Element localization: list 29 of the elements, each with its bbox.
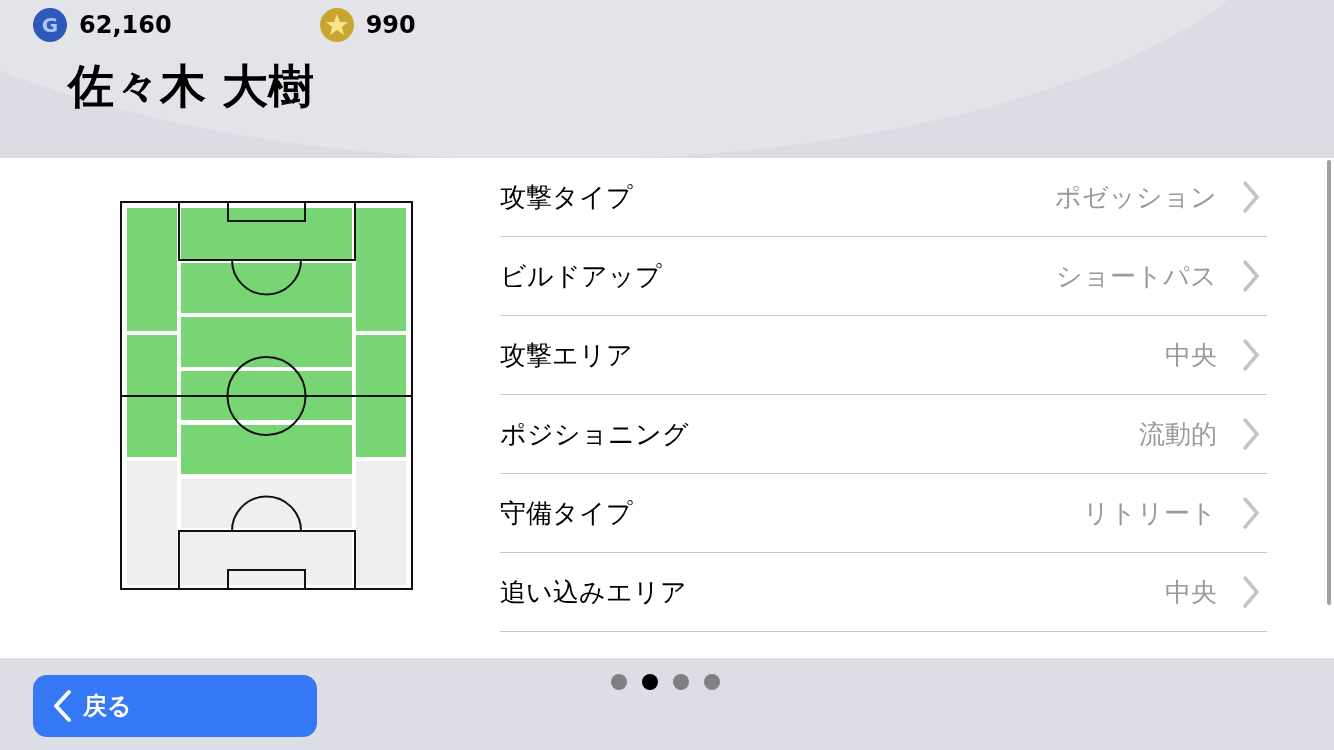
chevron-left-icon [51, 689, 73, 723]
setting-value: 中央 [1165, 338, 1217, 372]
chevron-right-icon [1241, 180, 1261, 214]
player-name: 佐々木 大樹 [66, 58, 315, 115]
setting-label: 守備タイプ [500, 496, 634, 530]
setting-row[interactable]: 守備タイプ リトリート [500, 474, 1267, 553]
back-button[interactable]: 戻る [33, 675, 317, 737]
chevron-right-icon [1241, 259, 1261, 293]
setting-row[interactable]: ポジショニング 流動的 [500, 395, 1267, 474]
chevron-right-icon [1241, 338, 1261, 372]
setting-row[interactable]: 攻撃タイプ ポゼッション [500, 158, 1267, 237]
setting-value: 流動的 [1139, 417, 1217, 451]
setting-value: リトリート [1083, 496, 1217, 530]
setting-value: ポゼッション [1055, 180, 1217, 214]
setting-label: 攻撃タイプ [500, 180, 634, 214]
setting-row[interactable]: ビルドアップ ショートパス [500, 237, 1267, 316]
chevron-right-icon [1241, 496, 1261, 530]
currency-amount: 990 [365, 10, 416, 41]
setting-label: ポジショニング [500, 417, 690, 451]
setting-value: 中央 [1165, 575, 1217, 609]
setting-label: ビルドアップ [500, 259, 663, 293]
setting-label: 追い込みエリア [500, 575, 688, 609]
chevron-right-icon [1241, 575, 1261, 609]
setting-label: 攻撃エリア [500, 338, 634, 372]
chevron-right-icon [1241, 417, 1261, 451]
currency-amount: 62,160 [79, 10, 172, 41]
setting-row[interactable]: 攻撃エリア 中央 [500, 316, 1267, 395]
setting-value: ショートパス [1056, 259, 1217, 293]
setting-row[interactable]: 追い込みエリア 中央 [500, 553, 1267, 632]
